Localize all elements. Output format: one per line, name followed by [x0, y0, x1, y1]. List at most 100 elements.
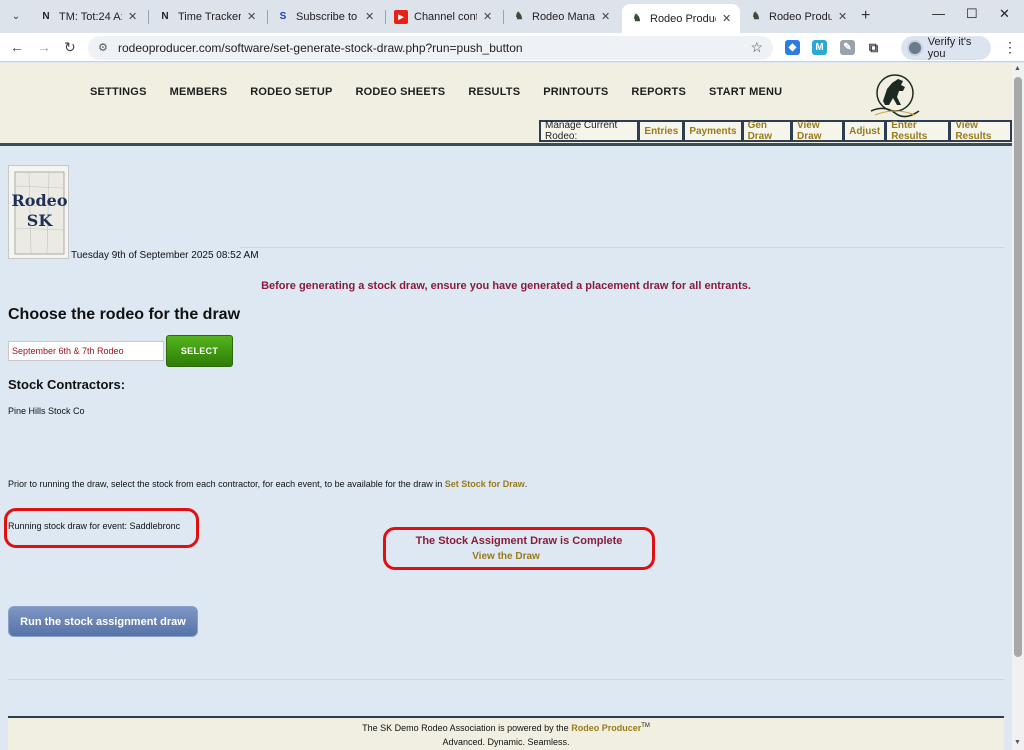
browser-tab[interactable]: ♞ Rodeo Producer ✕	[741, 4, 856, 29]
nav-start-menu[interactable]: START MENU	[709, 86, 782, 98]
arrow-left-icon: ←	[10, 39, 24, 55]
browser-tab[interactable]: ♞ Rodeo Manager ✕	[504, 4, 619, 29]
subnav-adjust[interactable]: Adjust	[844, 120, 887, 142]
prior-text: Prior to running the draw, select the st…	[8, 479, 443, 489]
close-icon[interactable]: ✕	[247, 10, 257, 23]
nav-rodeo-setup[interactable]: RODEO SETUP	[250, 86, 332, 98]
arrow-right-icon: →	[37, 39, 51, 55]
subnav-view-draw[interactable]: View Draw	[792, 120, 845, 142]
draw-complete-message: The Stock Assigment Draw is Complete	[415, 535, 623, 547]
notion-icon: N	[161, 11, 169, 22]
youtube-icon: ▶	[394, 9, 408, 24]
profile-button[interactable]: Verify it's you	[901, 36, 991, 60]
new-tab-button[interactable]: +	[861, 7, 870, 25]
footer-prefix: The SK Demo Rodeo Association is powered…	[362, 723, 569, 733]
subnav-gen-draw[interactable]: Gen Draw	[742, 120, 793, 142]
close-icon[interactable]: ✕	[601, 10, 611, 23]
notion-icon: N	[42, 11, 50, 22]
reload-icon: ↻	[64, 39, 76, 55]
scroll-up-icon[interactable]: ▲	[1014, 65, 1021, 72]
tab-title: Rodeo Manager	[532, 10, 595, 23]
browser-tab-active[interactable]: ♞ Rodeo Producer ✕	[622, 4, 740, 33]
view-draw-link[interactable]: View the Draw	[386, 551, 626, 562]
association-logo: Rodeo SK	[8, 165, 69, 259]
page-content: SETTINGS MEMBERS RODEO SETUP RODEO SHEET…	[0, 63, 1012, 750]
logo-line-1: Rodeo	[11, 191, 68, 210]
subnav-view-results[interactable]: View Results	[950, 120, 1012, 142]
subnav-enter-results[interactable]: Enter Results	[886, 120, 951, 142]
subnav-payments[interactable]: Payments	[684, 120, 743, 142]
main-nav: SETTINGS MEMBERS RODEO SETUP RODEO SHEET…	[90, 86, 805, 98]
prior-end: .	[524, 479, 528, 489]
reload-button[interactable]: ↻	[64, 39, 76, 56]
profile-label: Verify it's you	[927, 36, 972, 60]
site-footer: The SK Demo Rodeo Association is powered…	[8, 716, 1004, 750]
trademark: TM	[641, 723, 650, 729]
nav-rodeo-sheets[interactable]: RODEO SHEETS	[356, 86, 446, 98]
horse-logo-icon	[870, 74, 920, 118]
nav-results[interactable]: RESULTS	[468, 86, 520, 98]
avatar	[907, 40, 923, 56]
rodeo-select[interactable]: September 6th & 7th Rodeo	[8, 341, 164, 361]
manage-rodeo-bar: Manage Current Rodeo: Entries Payments G…	[539, 120, 1012, 142]
address-bar[interactable]: ⚙ rodeoproducer.com/software/set-generat…	[88, 36, 773, 60]
horse-icon: ♞	[514, 11, 524, 22]
nav-printouts[interactable]: PRINTOUTS	[543, 86, 608, 98]
horse-icon: ♞	[751, 11, 761, 22]
browser-menu-button[interactable]: ⋮	[1003, 39, 1017, 56]
scrollbar[interactable]: ▲ ▼	[1012, 63, 1024, 750]
browser-tab[interactable]: S Subscribe to Sirius ✕	[268, 4, 383, 29]
subnav-entries[interactable]: Entries	[639, 120, 685, 142]
tab-strip: ⌄ N TM: Tot:24 A:3, E ✕ N Time Tracker ✕…	[0, 0, 1024, 33]
close-icon[interactable]: ✕	[483, 10, 493, 23]
placement-warning: Before generating a stock draw, ensure y…	[261, 280, 751, 292]
minimize-button[interactable]: —	[932, 6, 945, 21]
bookmark-star-icon[interactable]: ☆	[750, 39, 763, 56]
maximize-icon: ☐	[966, 6, 978, 21]
footer-brand-link[interactable]: Rodeo Producer	[571, 723, 641, 733]
close-icon: ✕	[999, 6, 1010, 21]
maximize-button[interactable]: ☐	[966, 6, 978, 22]
close-icon[interactable]: ✕	[722, 12, 732, 25]
stock-contractors-heading: Stock Contractors:	[8, 377, 126, 392]
forward-button[interactable]: →	[37, 39, 51, 55]
close-icon[interactable]: ✕	[365, 10, 375, 23]
minimize-icon: —	[932, 6, 945, 21]
extensions-puzzle-icon[interactable]: ⧉	[866, 40, 881, 55]
close-icon[interactable]: ✕	[838, 10, 848, 23]
tab-title: Subscribe to Sirius	[296, 10, 359, 23]
site-info-icon[interactable]: ⚙	[98, 41, 108, 54]
manage-label: Manage Current Rodeo:	[539, 120, 640, 142]
browser-tab[interactable]: ▶ Channel content ✕	[386, 4, 501, 29]
url-text[interactable]: rodeoproducer.com/software/set-generate-…	[118, 41, 523, 55]
tab-title: Rodeo Producer	[650, 12, 716, 25]
set-stock-link[interactable]: Set Stock for Draw	[445, 479, 525, 489]
run-stock-draw-button[interactable]: Run the stock assignment draw	[8, 606, 198, 637]
browser-tab[interactable]: N TM: Tot:24 A:3, E ✕	[31, 4, 146, 29]
choose-rodeo-heading: Choose the rodeo for the draw	[8, 306, 241, 323]
running-status: Running stock draw for event: Saddlebron…	[8, 521, 181, 531]
nav-members[interactable]: MEMBERS	[170, 86, 228, 98]
logo-line-2: SK	[26, 211, 53, 230]
sirius-icon: S	[279, 11, 287, 22]
extension-tag-icon[interactable]: ◆	[785, 40, 800, 55]
extension-m-icon[interactable]: M	[812, 40, 827, 55]
plus-icon: +	[861, 7, 871, 24]
nav-settings[interactable]: SETTINGS	[90, 86, 147, 98]
address-bar-row: ← → ↻ ⚙ rodeoproducer.com/software/set-g…	[0, 33, 1024, 62]
scrollbar-thumb[interactable]	[1014, 77, 1022, 657]
select-button[interactable]: SELECT	[166, 335, 233, 367]
close-icon[interactable]: ✕	[128, 10, 138, 23]
horse-icon: ♞	[632, 13, 642, 24]
divider	[240, 247, 1004, 248]
scroll-down-icon[interactable]: ▼	[1014, 739, 1021, 746]
tab-title: Rodeo Producer	[769, 10, 832, 23]
back-button[interactable]: ←	[10, 39, 24, 55]
close-window-button[interactable]: ✕	[999, 6, 1010, 22]
extension-pen-icon[interactable]: ✎	[840, 40, 855, 55]
browser-tab[interactable]: N Time Tracker ✕	[150, 4, 265, 29]
current-date: Tuesday 9th of September 2025 08:52 AM	[71, 250, 259, 261]
footer-line: The SK Demo Rodeo Association is powered…	[8, 723, 1004, 733]
tab-search-button[interactable]: ⌄	[6, 6, 26, 26]
nav-reports[interactable]: REPORTS	[631, 86, 686, 98]
